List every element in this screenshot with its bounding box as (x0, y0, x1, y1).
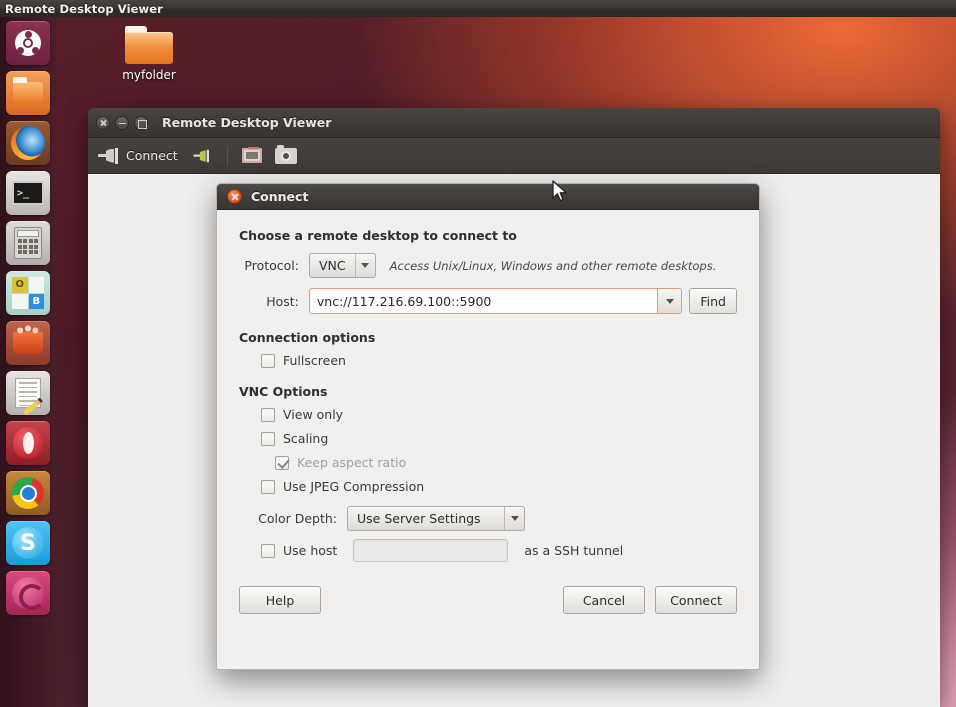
protocol-value: VNC (319, 258, 346, 273)
ssh-tunnel-prefix-label: Use host (283, 543, 338, 558)
launcher-item-files[interactable] (6, 71, 50, 115)
toolbar-separator (226, 145, 228, 166)
folder-icon (13, 76, 43, 105)
toolbar-disconnect-button[interactable] (189, 147, 215, 165)
toolbar-connect-button[interactable]: Connect (96, 146, 180, 165)
opera-icon (13, 427, 43, 459)
ubuntu-one-icon (12, 577, 45, 610)
scaling-checkbox[interactable] (261, 431, 275, 446)
host-label: Host: (266, 293, 299, 309)
connect-button[interactable]: Connect (655, 586, 737, 614)
connect-dialog[interactable]: Connect Choose a remote desktop to conne… (216, 183, 760, 670)
office-icon: OB (12, 277, 44, 309)
protocol-select[interactable]: VNC (309, 253, 376, 278)
launcher-item-terminal[interactable]: >_ (6, 171, 50, 215)
ssh-tunnel-checkbox[interactable] (261, 543, 275, 558)
keep-aspect-ratio-label: Keep aspect ratio (297, 455, 407, 470)
fullscreen-icon (241, 147, 262, 163)
folder-icon (125, 26, 173, 64)
toolbar-screenshot-button[interactable] (273, 144, 299, 166)
protocol-row: Protocol: VNC Access Unix/Linux, Windows… (239, 253, 737, 278)
skype-icon: S (12, 527, 44, 559)
view-only-checkbox-row[interactable]: View only (261, 407, 737, 422)
color-depth-label: Color Depth: (258, 511, 337, 526)
plug-disconnect-icon (193, 149, 210, 162)
color-depth-value: Use Server Settings (357, 511, 481, 526)
toolbar-connect-label: Connect (126, 148, 178, 163)
protocol-label: Protocol: (244, 258, 299, 273)
launcher-item-ubuntu-one[interactable] (6, 571, 50, 615)
host-row: Host: Find (239, 288, 737, 314)
scaling-checkbox-row[interactable]: Scaling (261, 431, 737, 446)
fullscreen-checkbox-row[interactable]: Fullscreen (261, 353, 737, 368)
fullscreen-label: Fullscreen (283, 353, 346, 368)
software-center-icon (13, 325, 43, 354)
launcher-item-firefox[interactable] (6, 121, 50, 165)
keep-aspect-ratio-checkbox-row: Keep aspect ratio (275, 455, 737, 470)
ssh-host-input (353, 539, 509, 562)
launcher-item-chrome[interactable] (6, 471, 50, 515)
firefox-icon (11, 126, 45, 160)
keep-aspect-ratio-checkbox (275, 455, 289, 470)
ssh-tunnel-row[interactable]: Use host as a SSH tunnel (261, 539, 737, 562)
connection-options-heading: Connection options (239, 330, 376, 345)
launcher-item-calculator[interactable] (6, 221, 50, 265)
dialog-title-bar[interactable]: Connect (217, 184, 759, 210)
chrome-icon (12, 477, 44, 509)
host-dropdown-button[interactable] (657, 289, 682, 313)
launcher-item-text-editor[interactable] (6, 371, 50, 415)
launcher-item-ubuntu-dash[interactable] (6, 21, 50, 65)
jpeg-compression-label: Use JPEG Compression (283, 479, 425, 494)
top-panel: Remote Desktop Viewer (0, 0, 956, 17)
dialog-heading: Choose a remote desktop to connect to (239, 228, 517, 243)
terminal-icon: >_ (12, 181, 44, 205)
toolbar-fullscreen-button[interactable] (240, 146, 264, 165)
plug-connect-icon (98, 147, 120, 164)
find-button[interactable]: Find (689, 288, 737, 314)
window-title: Remote Desktop Viewer (162, 115, 332, 130)
app-toolbar: Connect (88, 138, 940, 174)
unity-launcher[interactable]: >_ OB S (0, 17, 56, 707)
fullscreen-checkbox[interactable] (261, 353, 275, 368)
calculator-icon (14, 227, 42, 259)
view-only-checkbox[interactable] (261, 407, 275, 422)
protocol-hint: Access Unix/Linux, Windows and other rem… (389, 258, 717, 273)
text-editor-icon (15, 378, 44, 415)
minimize-icon[interactable] (115, 115, 129, 130)
color-depth-select[interactable]: Use Server Settings (347, 506, 525, 531)
view-only-label: View only (283, 407, 344, 422)
launcher-item-office[interactable]: OB (6, 271, 50, 315)
ssh-tunnel-suffix-label: as a SSH tunnel (524, 543, 624, 558)
chevron-down-icon (354, 254, 375, 277)
launcher-item-skype[interactable]: S (6, 521, 50, 565)
color-depth-row: Color Depth: Use Server Settings (239, 506, 737, 531)
launcher-item-software-center[interactable] (6, 321, 50, 365)
window-title-bar[interactable]: Remote Desktop Viewer (88, 108, 940, 138)
desktop-icon-label: myfolder (122, 68, 176, 82)
dialog-title: Connect (251, 189, 309, 204)
cancel-button[interactable]: Cancel (563, 586, 645, 614)
ubuntu-logo-icon (15, 30, 41, 56)
close-icon[interactable] (96, 115, 110, 130)
camera-icon (274, 144, 297, 164)
desktop-icon-myfolder[interactable]: myfolder (113, 26, 185, 82)
close-icon[interactable] (227, 189, 242, 204)
panel-app-title: Remote Desktop Viewer (5, 1, 163, 16)
jpeg-compression-checkbox[interactable] (261, 479, 275, 494)
jpeg-compression-checkbox-row[interactable]: Use JPEG Compression (261, 479, 737, 494)
scaling-label: Scaling (283, 431, 329, 446)
vnc-options-heading: VNC Options (239, 384, 328, 399)
dialog-button-row: Help Cancel Connect (239, 586, 737, 614)
host-combo[interactable] (308, 288, 683, 314)
launcher-item-opera[interactable] (6, 421, 50, 465)
help-button[interactable]: Help (239, 586, 321, 614)
chevron-down-icon (504, 507, 524, 530)
maximize-icon[interactable] (134, 115, 148, 130)
host-input[interactable] (309, 289, 658, 313)
